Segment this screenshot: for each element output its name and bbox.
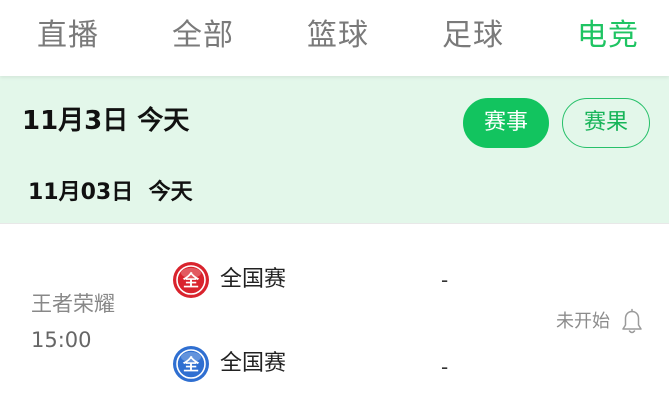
day-label: 今天 [137,106,190,136]
team-logo-icon: 全 [173,262,209,298]
svg-text:全: 全 [182,271,200,290]
events-button[interactable]: 赛事 [463,98,549,148]
date-subheader: 11月03日 今天 [28,179,193,207]
svg-text:全: 全 [182,355,200,374]
tab-basketball[interactable]: 篮球 [307,18,369,54]
tab-all[interactable]: 全部 [172,18,234,54]
team-home-name: 全国赛 [220,267,287,292]
sub-day-label: 今天 [148,180,193,205]
team-away-name: 全国赛 [220,351,287,376]
match-status: 未开始 [556,311,610,332]
away-score: - [441,355,449,379]
results-button[interactable]: 赛果 [562,98,650,148]
bell-icon[interactable] [620,308,644,336]
date-label: 11月3日 [22,106,129,136]
divider [0,223,669,224]
game-name: 王者荣耀 [31,292,115,316]
tab-football[interactable]: 足球 [442,18,504,54]
date-title: 11月3日 今天 [22,105,189,137]
category-tabs: 直播 全部 篮球 足球 电竞 [0,0,669,76]
team-logo-icon: 全 [173,346,209,382]
sub-date-label: 11月03日 [28,180,134,205]
home-score: - [441,268,449,292]
tab-esports[interactable]: 电竞 [577,18,639,54]
tab-live[interactable]: 直播 [37,18,99,54]
match-time: 15:00 [31,328,92,352]
